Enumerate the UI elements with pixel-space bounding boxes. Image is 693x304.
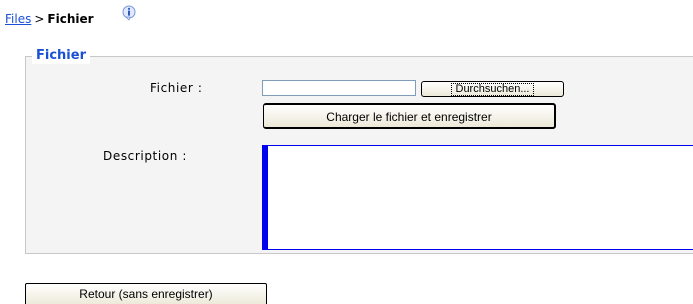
upload-and-save-button[interactable]: Charger le fichier et enregistrer (263, 103, 556, 129)
file-label: Fichier : (150, 81, 203, 95)
breadcrumb-separator: > (34, 12, 45, 26)
description-label: Description : (103, 149, 188, 163)
info-icon[interactable] (121, 5, 137, 21)
file-path-input[interactable] (262, 80, 416, 96)
back-without-saving-button[interactable]: Retour (sans enregistrer) (25, 283, 267, 304)
page: Files > Fichier Fichier Fichier : Durchsuc… (0, 0, 693, 304)
breadcrumb: Files > Fichier (5, 11, 94, 27)
fieldset-legend: Fichier (32, 48, 90, 64)
description-textarea[interactable] (262, 145, 693, 250)
browse-button[interactable]: Durchsuchen... (421, 81, 564, 97)
breadcrumb-link-files[interactable]: Files (5, 12, 31, 26)
breadcrumb-current: Fichier (47, 12, 94, 26)
browse-button-label: Durchsuchen... (450, 83, 535, 96)
